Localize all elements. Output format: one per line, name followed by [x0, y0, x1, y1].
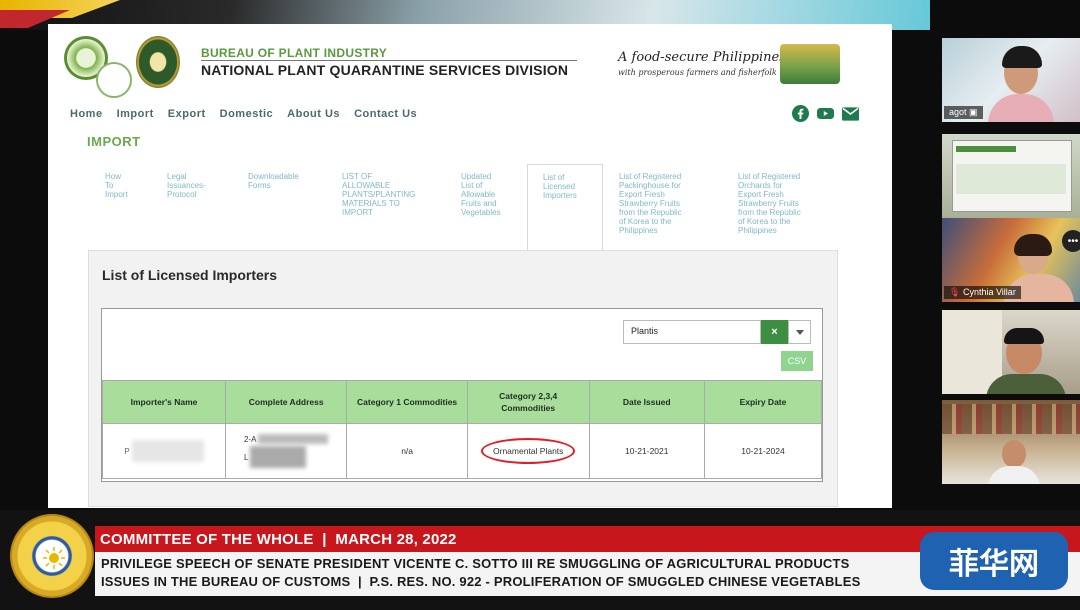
participant-name: agot ▣ — [944, 106, 983, 119]
social-links — [792, 105, 859, 122]
bpi-seal-logo — [136, 36, 180, 88]
tagline-main: A food-secure Philippines — [618, 50, 786, 65]
col-address[interactable]: Complete Address — [225, 380, 348, 424]
importers-table: Importer's Name Complete Address Categor… — [101, 380, 823, 479]
header-divider — [201, 60, 577, 61]
redacted-address-2 — [250, 446, 307, 469]
facebook-icon[interactable] — [792, 105, 809, 122]
csv-button[interactable]: CSV — [781, 351, 813, 371]
nav-import[interactable]: Import — [117, 108, 154, 120]
participant-name: 🎙 Cynthia Villar — [944, 286, 1021, 299]
redacted-address-1 — [258, 434, 329, 445]
importer-name-initial: P — [124, 446, 130, 456]
cell-address: 2-A L — [225, 423, 348, 479]
participant-tile[interactable] — [942, 134, 1080, 218]
bureau-title: BUREAU OF PLANT INDUSTRY — [201, 46, 388, 60]
highlight-circle: Ornamental Plants — [481, 438, 576, 464]
chevron-down-icon — [795, 329, 804, 335]
subtitle-line-1: PRIVILEGE SPEECH OF SENATE PRESIDENT VIC… — [101, 556, 850, 571]
muted-mic-icon: 🎙 — [949, 287, 961, 297]
col-category234[interactable]: Category 2,3,4 Commodities — [466, 380, 590, 424]
participant-tile[interactable]: 🎙 Cynthia Villar — [942, 218, 1080, 302]
tab-orchards-list[interactable]: List of Registered Orchards for Export F… — [738, 172, 801, 235]
main-nav: Home Import Export Domestic About Us Con… — [70, 108, 417, 120]
nav-about[interactable]: About Us — [287, 108, 340, 120]
youtube-icon[interactable] — [817, 105, 834, 122]
panel-title: List of Licensed Importers — [102, 267, 278, 283]
cell-category1: n/a — [346, 423, 468, 479]
clear-search-button[interactable]: × — [761, 320, 788, 344]
cell-category234-text: Ornamental Plants — [493, 446, 564, 456]
nav-contact[interactable]: Contact Us — [354, 108, 417, 120]
headline-text: COMMITTEE OF THE WHOLE | MARCH 28, 2022 — [100, 531, 457, 548]
tab-updated-list[interactable]: Updated List of Allowable Fruits and Veg… — [461, 172, 501, 217]
cell-importer-name: P — [101, 423, 227, 479]
video-icon: ▣ — [969, 107, 978, 117]
cell-expiry: 10-21-2024 — [703, 423, 823, 479]
search-input[interactable]: Plantis — [623, 320, 761, 344]
email-icon[interactable] — [842, 105, 859, 122]
table-header-row: Importer's Name Complete Address Categor… — [101, 380, 823, 424]
agri-badge-logo — [780, 44, 840, 84]
importers-table-container: Plantis × CSV Importer's Name Complete A… — [101, 308, 823, 482]
nav-home[interactable]: Home — [70, 108, 103, 120]
tab-legal-issuances[interactable]: Legal Issuances- Protocol — [167, 172, 206, 199]
col-date-issued[interactable]: Date Issued — [588, 380, 705, 424]
address-line2: L — [243, 452, 249, 462]
participant-tile[interactable] — [942, 400, 1080, 484]
cell-category234: Ornamental Plants — [466, 423, 590, 479]
subtitle-line-2: ISSUES IN THE BUREAU OF CUSTOMS | P.S. R… — [101, 574, 861, 589]
dropdown-button[interactable] — [788, 320, 811, 344]
redacted-name — [131, 440, 204, 462]
senate-seal-logo — [10, 514, 94, 598]
nav-export[interactable]: Export — [168, 108, 206, 120]
sun-icon — [43, 547, 65, 569]
tab-packinghouse-list[interactable]: List of Registered Packinghouse for Expo… — [619, 172, 682, 235]
tab-how-to-import[interactable]: How To Import — [105, 172, 128, 199]
import-tabs: How To Import Legal Issuances- Protocol … — [88, 164, 848, 254]
licensed-importers-panel: List of Licensed Importers Plantis × CSV… — [88, 250, 838, 507]
more-options-button[interactable]: ••• — [1062, 230, 1080, 252]
section-title: IMPORT — [87, 134, 141, 149]
tab-licensed-importers[interactable]: List of Licensed Importers — [527, 164, 603, 254]
nav-domestic[interactable]: Domestic — [220, 108, 274, 120]
more-icon: ••• — [1067, 235, 1079, 247]
col-expiry-date[interactable]: Expiry Date — [703, 380, 823, 424]
bpi-check-logo — [96, 62, 132, 98]
participant-tile[interactable]: agot ▣ — [942, 38, 1080, 122]
watermark-logo: 菲华网 — [920, 532, 1068, 590]
tab-downloadable-forms[interactable]: Downloadable Forms — [248, 172, 299, 190]
tagline-sub: with prosperous farmers and fisherfolk — [618, 68, 777, 77]
shared-webpage: BUREAU OF PLANT INDUSTRY NATIONAL PLANT … — [48, 24, 892, 508]
col-category1[interactable]: Category 1 Commodities — [346, 380, 468, 424]
col-importer-name[interactable]: Importer's Name — [101, 380, 227, 424]
table-row: P 2-A L n/a Ornamental Plants 10-21-2021… — [101, 423, 823, 479]
participant-tile[interactable] — [942, 310, 1080, 394]
address-line1: 2-A — [243, 434, 257, 444]
cell-date-issued: 10-21-2021 — [588, 423, 705, 479]
division-title: NATIONAL PLANT QUARANTINE SERVICES DIVIS… — [201, 62, 569, 78]
tab-allowable-plants[interactable]: LIST OF ALLOWABLE PLANTS/PLANTING MATERI… — [342, 172, 415, 217]
